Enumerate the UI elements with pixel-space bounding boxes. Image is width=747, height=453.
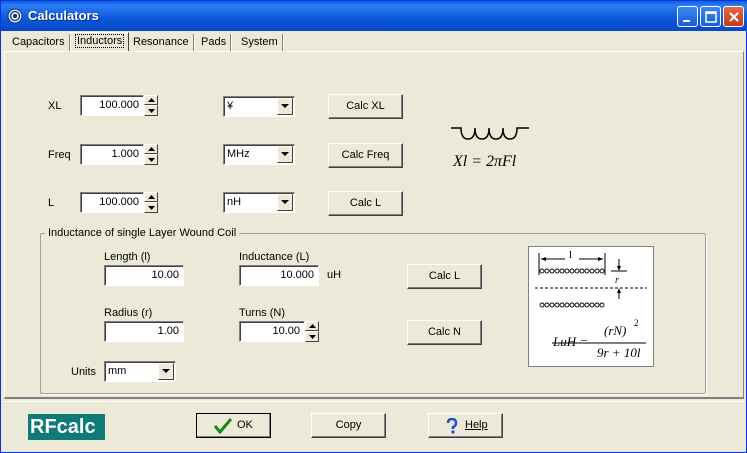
window-title: Calculators <box>28 8 99 23</box>
freq-spin-down[interactable] <box>144 154 158 165</box>
arrow-up-icon <box>309 324 316 328</box>
ok-button-label: OK <box>237 419 253 431</box>
maximize-button[interactable] <box>700 6 721 27</box>
formula-denominator: 9r + 10l <box>597 345 641 360</box>
tab-pads[interactable]: Pads <box>197 34 232 51</box>
chevron-down-icon <box>281 152 289 156</box>
maximize-icon <box>705 11 717 23</box>
formula-exponent: 2 <box>634 318 639 328</box>
freq-unit-value: MHz <box>227 148 250 160</box>
calc-freq-button[interactable]: Calc Freq <box>328 143 403 168</box>
inductor-symbol-icon <box>451 127 529 140</box>
l-input[interactable]: 100.000 <box>80 192 144 213</box>
l-unit-value: nH <box>227 196 242 208</box>
calculators-window: Calculators Capacitors Inductors Resonan… <box>0 0 747 453</box>
units-label: Units <box>71 366 97 378</box>
radius-label: Radius (r) <box>104 307 153 319</box>
l-spin-down[interactable] <box>144 202 158 213</box>
l-label: L <box>48 197 55 209</box>
formula-numerator: (rN) <box>604 323 627 338</box>
turns-input[interactable]: 10.00 <box>239 321 305 342</box>
xl-spin-up[interactable] <box>144 95 158 105</box>
diagram-length-label: l <box>567 249 575 261</box>
freq-unit-dropdown-button[interactable] <box>277 146 293 163</box>
tab-system[interactable]: System <box>237 34 283 51</box>
coil-calc-l-button[interactable]: Calc L <box>407 264 482 289</box>
calc-xl-button[interactable]: Calc XL <box>328 94 403 119</box>
arrow-up-icon <box>148 98 155 102</box>
chevron-down-icon <box>281 200 289 204</box>
xl-formula: Xl = 2πFl <box>453 153 517 170</box>
tab-resonance[interactable]: Resonance <box>129 34 194 51</box>
tab-capacitors[interactable]: Capacitors <box>8 34 70 51</box>
checkmark-icon <box>214 418 232 434</box>
app-icon <box>7 8 23 24</box>
l-spinner[interactable] <box>144 192 158 213</box>
units-value: mm <box>108 365 127 377</box>
close-button[interactable] <box>723 6 744 27</box>
help-button[interactable]: Help <box>428 413 503 438</box>
units-dropdown-button[interactable] <box>158 363 174 380</box>
l-unit-dropdown-button[interactable] <box>277 194 293 211</box>
arrow-down-icon <box>148 158 155 162</box>
chevron-down-icon <box>281 104 289 108</box>
calc-l-button[interactable]: Calc L <box>328 191 403 216</box>
length-input[interactable]: 10.00 <box>104 265 184 286</box>
coil-group-title: Inductance of single Layer Wound Coil <box>45 227 240 239</box>
turns-spin-down[interactable] <box>305 331 319 342</box>
xl-spinner[interactable] <box>144 95 158 116</box>
title-bar[interactable]: Calculators <box>1 1 747 31</box>
ok-button[interactable]: OK <box>196 413 271 438</box>
xl-unit-value: ¥ <box>227 100 234 112</box>
radius-input[interactable]: 1.00 <box>104 321 184 342</box>
xl-unit-dropdown-button[interactable] <box>277 98 293 115</box>
freq-input[interactable]: 1.000 <box>80 144 144 165</box>
arrow-down-icon <box>148 109 155 113</box>
l-spin-up[interactable] <box>144 192 158 202</box>
freq-unit-select[interactable]: MHz <box>223 144 295 165</box>
chevron-down-icon <box>162 369 170 373</box>
xl-input[interactable]: 100.000 <box>80 95 144 116</box>
turns-spin-up[interactable] <box>305 321 319 331</box>
freq-spinner[interactable] <box>144 144 158 165</box>
freq-spin-up[interactable] <box>144 144 158 154</box>
close-icon <box>729 12 739 22</box>
turns-label: Turns (N) <box>239 307 286 319</box>
l-unit-select[interactable]: nH <box>223 192 295 213</box>
help-button-label: Help <box>465 419 488 431</box>
inductance-input[interactable]: 10.000 <box>239 265 319 286</box>
freq-label: Freq <box>48 149 71 161</box>
copy-button[interactable]: Copy <box>311 413 386 438</box>
arrow-down-icon <box>148 206 155 210</box>
diagram-radius-label: r <box>615 275 619 286</box>
units-select[interactable]: mm <box>104 361 176 382</box>
minimize-button[interactable] <box>677 6 698 27</box>
length-label: Length (l) <box>104 251 151 263</box>
rfcalc-logo: RFcalc <box>28 414 105 440</box>
arrow-up-icon <box>148 195 155 199</box>
tab-inductors-label: Inductors <box>75 34 125 48</box>
minimize-icon <box>683 20 690 22</box>
arrow-up-icon <box>148 147 155 151</box>
inductance-label: Inductance (L) <box>239 251 310 263</box>
coil-formula-diagram: l r LuH = (rN) 2 9r + 10l <box>528 246 654 367</box>
formula-lhs: LuH = <box>553 334 589 349</box>
arrow-down-icon <box>309 335 316 339</box>
inductance-unit: uH <box>327 269 342 281</box>
bottom-separator <box>4 398 744 402</box>
calc-n-button[interactable]: Calc N <box>407 320 482 345</box>
turns-spinner[interactable] <box>305 321 319 342</box>
xl-label: XL <box>48 100 62 112</box>
help-icon <box>446 418 458 434</box>
tab-inductors[interactable]: Inductors <box>70 32 130 51</box>
xl-unit-select[interactable]: ¥ <box>223 96 295 117</box>
xl-spin-down[interactable] <box>144 105 158 116</box>
